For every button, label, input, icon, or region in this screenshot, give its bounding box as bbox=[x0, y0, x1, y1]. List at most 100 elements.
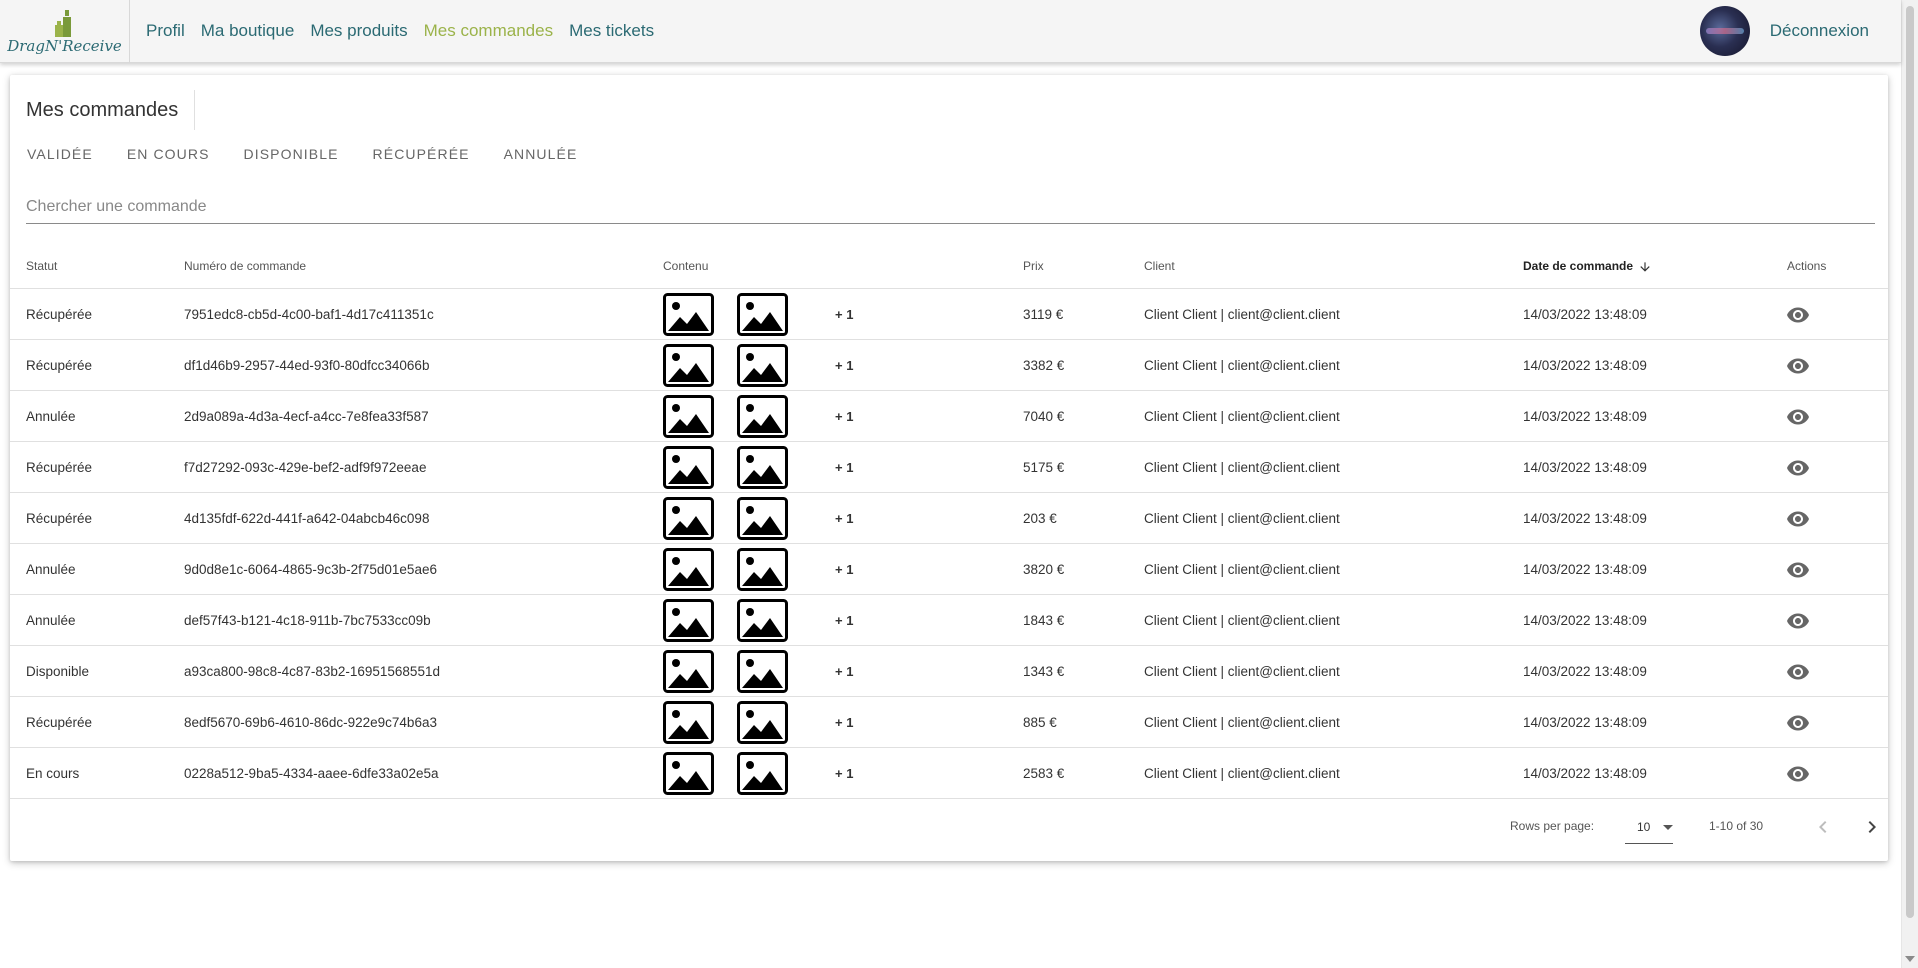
header-date-sort[interactable]: Date de commande bbox=[1523, 244, 1652, 289]
page-scrollbar[interactable] bbox=[1901, 0, 1918, 968]
filter-recuperee[interactable]: RÉCUPÉRÉE bbox=[373, 146, 470, 162]
cell-order-number: 0228a512-9ba5-4334-aaee-6dfe33a02e5a bbox=[184, 766, 439, 781]
image-placeholder-icon bbox=[663, 599, 714, 642]
search-input[interactable] bbox=[26, 190, 1875, 224]
cell-more-count: + 1 bbox=[835, 664, 854, 679]
cell-client: Client Client | client@client.client bbox=[1144, 511, 1340, 526]
nav-link-mes-produits[interactable]: Mes produits bbox=[310, 21, 407, 41]
image-placeholder-icon bbox=[737, 497, 788, 540]
image-placeholder-icon bbox=[737, 293, 788, 336]
filter-disponible[interactable]: DISPONIBLE bbox=[244, 146, 339, 162]
eye-icon[interactable] bbox=[1786, 609, 1810, 633]
cell-more-count: + 1 bbox=[835, 511, 854, 526]
chevron-left-icon[interactable] bbox=[1811, 815, 1835, 839]
eye-icon[interactable] bbox=[1786, 507, 1810, 531]
nav-link-mes-tickets[interactable]: Mes tickets bbox=[569, 21, 654, 41]
cell-date: 14/03/2022 13:48:09 bbox=[1523, 511, 1647, 526]
cell-date: 14/03/2022 13:48:09 bbox=[1523, 358, 1647, 373]
top-navbar: DragN'Receive Profil Ma boutique Mes pro… bbox=[0, 0, 1901, 63]
table-header: Statut Numéro de commande Contenu Prix C… bbox=[10, 244, 1888, 289]
cell-status: Récupérée bbox=[26, 715, 93, 730]
cell-more-count: + 1 bbox=[835, 307, 854, 322]
cell-more-count: + 1 bbox=[835, 715, 854, 730]
cell-more-count: + 1 bbox=[835, 409, 854, 424]
image-placeholder-icon bbox=[663, 650, 714, 693]
image-placeholder-icon bbox=[737, 344, 788, 387]
cell-price: 2583 € bbox=[1023, 766, 1065, 781]
chevron-right-icon[interactable] bbox=[1860, 815, 1884, 839]
cell-more-count: + 1 bbox=[835, 613, 854, 628]
cell-status: Annulée bbox=[26, 562, 76, 577]
eye-icon[interactable] bbox=[1786, 405, 1810, 429]
cell-price: 3119 € bbox=[1023, 307, 1064, 322]
logout-button[interactable]: Déconnexion bbox=[1770, 21, 1869, 41]
cell-client: Client Client | client@client.client bbox=[1144, 307, 1340, 322]
card-header: Mes commandes bbox=[10, 90, 196, 130]
cell-client: Client Client | client@client.client bbox=[1144, 460, 1340, 475]
header-price[interactable]: Prix bbox=[1023, 244, 1044, 289]
cell-client: Client Client | client@client.client bbox=[1144, 766, 1340, 781]
rows-per-page-label: Rows per page: bbox=[1510, 819, 1595, 833]
rows-per-page-select[interactable]: 10 bbox=[1625, 810, 1673, 844]
cell-order-number: 9d0d8e1c-6064-4865-9c3b-2f75d01e5ae6 bbox=[184, 562, 437, 577]
nav-link-mes-commandes[interactable]: Mes commandes bbox=[424, 21, 553, 41]
cell-date: 14/03/2022 13:48:09 bbox=[1523, 460, 1647, 475]
nav-link-profil[interactable]: Profil bbox=[146, 21, 185, 41]
scroll-down-arrow-icon[interactable] bbox=[1905, 956, 1915, 962]
table-row: Récupérée 7951edc8-cb5d-4c00-baf1-4d17c41… bbox=[10, 289, 1888, 340]
image-placeholder-icon bbox=[737, 701, 788, 744]
filter-en-cours[interactable]: EN COURS bbox=[127, 146, 210, 162]
logo-bottle-icon bbox=[54, 10, 71, 37]
header-content: Contenu bbox=[663, 259, 709, 273]
eye-icon[interactable] bbox=[1786, 456, 1810, 480]
eye-icon[interactable] bbox=[1786, 660, 1810, 684]
eye-icon[interactable] bbox=[1786, 558, 1810, 582]
image-placeholder-icon bbox=[737, 752, 788, 795]
image-placeholder-icon bbox=[737, 395, 788, 438]
header-order-number[interactable]: Numéro de commande bbox=[184, 244, 306, 289]
cell-order-number: 4d135fdf-622d-441f-a642-04abcb46c098 bbox=[184, 511, 430, 526]
image-placeholder-icon bbox=[663, 293, 714, 336]
cell-status: Récupérée bbox=[26, 307, 93, 322]
cell-price: 885 € bbox=[1023, 715, 1057, 730]
cell-date: 14/03/2022 13:48:09 bbox=[1523, 766, 1647, 781]
cell-client: Client Client | client@client.client bbox=[1144, 664, 1340, 679]
arrow-down-icon bbox=[1640, 262, 1651, 272]
app-logo[interactable]: DragN'Receive bbox=[0, 0, 130, 63]
avatar[interactable] bbox=[1699, 6, 1750, 56]
header-status[interactable]: Statut bbox=[26, 244, 57, 289]
scrollbar-thumb[interactable] bbox=[1906, 6, 1914, 918]
image-placeholder-icon bbox=[663, 701, 714, 744]
cell-price: 7040 € bbox=[1023, 409, 1065, 424]
image-placeholder-icon bbox=[737, 650, 788, 693]
cell-client: Client Client | client@client.client bbox=[1144, 562, 1340, 577]
cell-price: 1343 € bbox=[1023, 664, 1065, 679]
filter-validee[interactable]: VALIDÉE bbox=[27, 146, 93, 162]
header-client[interactable]: Client bbox=[1144, 244, 1175, 289]
eye-icon[interactable] bbox=[1786, 303, 1810, 327]
table-row: En cours 0228a512-9ba5-4334-aaee-6dfe33a0… bbox=[10, 748, 1888, 799]
cell-order-number: 7951edc8-cb5d-4c00-baf1-4d17c411351c bbox=[184, 307, 434, 322]
table-row: Annulée 9d0d8e1c-6064-4865-9c3b-2f75d01e5… bbox=[10, 544, 1888, 595]
cell-order-number: df1d46b9-2957-44ed-93f0-80dfcc34066b bbox=[184, 358, 430, 373]
header-actions: Actions bbox=[1787, 259, 1827, 273]
table-row: Récupérée f7d27292-093c-429e-bef2-adf9f97… bbox=[10, 442, 1888, 493]
cell-client: Client Client | client@client.client bbox=[1144, 409, 1340, 424]
eye-icon[interactable] bbox=[1786, 762, 1810, 786]
cell-more-count: + 1 bbox=[835, 358, 854, 373]
image-placeholder-icon bbox=[663, 395, 714, 438]
image-placeholder-icon bbox=[663, 752, 714, 795]
eye-icon[interactable] bbox=[1786, 711, 1810, 735]
cell-price: 3820 € bbox=[1023, 562, 1065, 577]
cell-more-count: + 1 bbox=[835, 562, 854, 577]
cell-status: Annulée bbox=[26, 409, 76, 424]
table-row: Récupérée 8edf5670-69b6-4610-86dc-922e9c7… bbox=[10, 697, 1888, 748]
nav-link-ma-boutique[interactable]: Ma boutique bbox=[201, 21, 295, 41]
cell-more-count: + 1 bbox=[835, 460, 854, 475]
eye-icon[interactable] bbox=[1786, 354, 1810, 378]
filter-annulee[interactable]: ANNULÉE bbox=[504, 146, 578, 162]
cell-order-number: 8edf5670-69b6-4610-86dc-922e9c74b6a3 bbox=[184, 715, 437, 730]
page-title: Mes commandes bbox=[26, 98, 179, 121]
cell-order-number: def57f43-b121-4c18-911b-7bc7533cc09b bbox=[184, 613, 431, 628]
caret-down-icon bbox=[1663, 825, 1673, 830]
